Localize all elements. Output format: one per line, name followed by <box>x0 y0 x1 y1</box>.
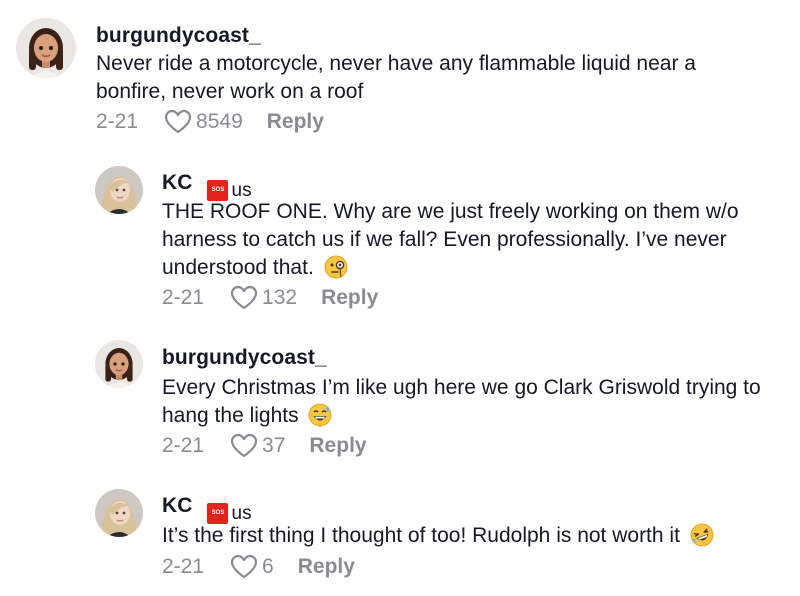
avatar-girl-cartoon-icon <box>95 340 143 388</box>
comment-text-line: THE ROOF ONE. Why are we just freely wor… <box>162 200 739 223</box>
sos-flag-icon: SOS <box>207 503 229 524</box>
reply-button[interactable]: Reply <box>267 110 324 134</box>
reply-button[interactable]: Reply <box>298 555 355 579</box>
avatar-blonde-woman-icon <box>95 166 143 214</box>
comment-text-line: It’s the first thing I thought of too! R… <box>162 522 714 550</box>
comment-text-line: understood that. <box>162 254 739 282</box>
like-count: 37 <box>262 434 286 457</box>
heart-icon[interactable] <box>230 433 258 459</box>
comment-date: 2-21 <box>162 555 205 578</box>
comment-meta: 2-21 132 Reply <box>162 285 378 311</box>
comment-text-line: Every Christmas I’m like ugh here we go … <box>162 376 761 399</box>
avatar[interactable] <box>16 18 76 78</box>
monocle-face-emoji-icon <box>324 255 348 279</box>
avatar-blonde-woman-icon <box>95 489 143 537</box>
comment-text-line: harness to catch us if we fall? Even pro… <box>162 228 727 251</box>
comment-date: 2-21 <box>162 434 205 457</box>
comment-text: Never ride a motorcycle, never have any … <box>96 50 696 106</box>
comment-meta: 2-21 6 Reply <box>162 554 355 580</box>
grinning-sweat-emoji-icon <box>308 403 332 427</box>
avatar[interactable] <box>95 489 143 537</box>
comment-text-segment: understood that. <box>162 256 314 279</box>
comment-username-row: KC SOS us <box>162 494 252 525</box>
reply-button[interactable]: Reply <box>309 434 366 458</box>
heart-icon[interactable] <box>230 554 258 580</box>
like-count: 8549 <box>196 110 243 133</box>
comment-username[interactable]: burgundycoast_ <box>96 24 261 48</box>
comment-text-line: bonfire, never work on a roof <box>96 80 364 103</box>
comment-text-line: hang the lights <box>162 402 761 430</box>
comment-username[interactable]: KC <box>162 494 193 517</box>
comment-meta: 2-21 8549 Reply <box>96 109 324 135</box>
like-count: 6 <box>262 555 274 578</box>
comment-text: THE ROOF ONE. Why are we just freely wor… <box>162 198 739 282</box>
comment-text: Every Christmas I’m like ugh here we go … <box>162 374 761 430</box>
comment-text-line: Never ride a motorcycle, never have any … <box>96 52 696 75</box>
comment-text-segment: It’s the first thing I thought of too! R… <box>162 524 680 547</box>
heart-icon[interactable] <box>164 109 192 135</box>
reply-button[interactable]: Reply <box>321 286 378 310</box>
comment-date: 2-21 <box>96 110 139 133</box>
comment-username-row: KC SOS us <box>162 171 252 202</box>
avatar-girl-cartoon-icon <box>16 18 76 78</box>
comment-meta: 2-21 37 Reply <box>162 433 367 459</box>
avatar[interactable] <box>95 340 143 388</box>
avatar[interactable] <box>95 166 143 214</box>
comment-text: It’s the first thing I thought of too! R… <box>162 522 714 550</box>
comment-username[interactable]: burgundycoast_ <box>162 346 327 370</box>
like-count: 132 <box>262 286 298 309</box>
rolling-laughing-emoji-icon <box>690 523 714 547</box>
comment-username[interactable]: KC <box>162 171 193 194</box>
comment-date: 2-21 <box>162 286 205 309</box>
heart-icon[interactable] <box>230 285 258 311</box>
comment-text-segment: hang the lights <box>162 404 299 427</box>
